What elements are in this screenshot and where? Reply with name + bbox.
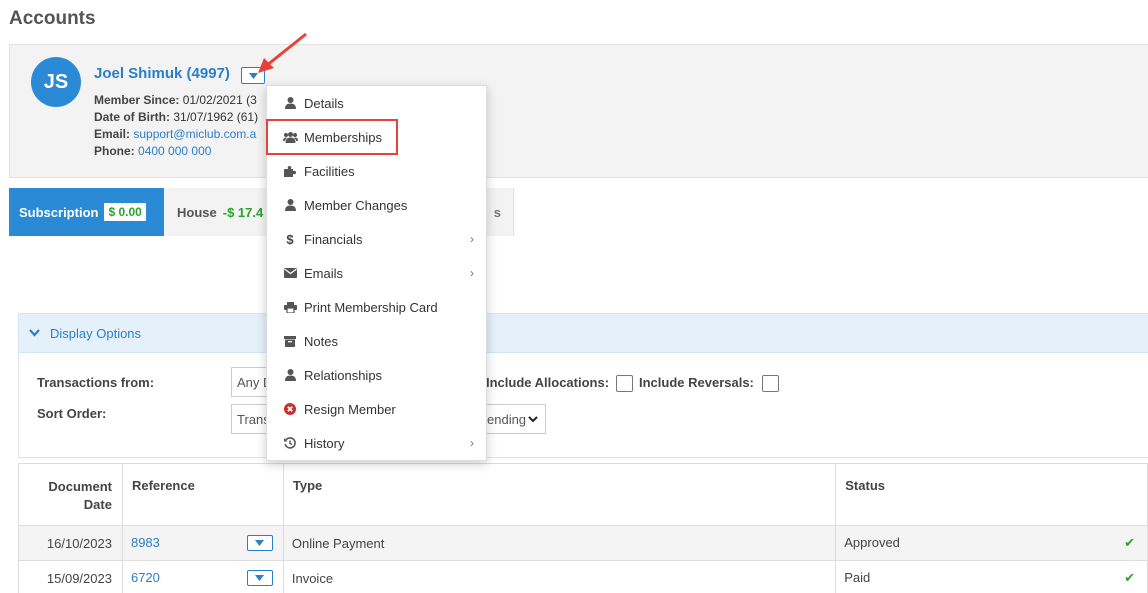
- row-reference-cell: 6720: [121, 560, 284, 593]
- include-allocations-checkbox[interactable]: [616, 375, 633, 392]
- transactions-from-select[interactable]: Any D: [231, 367, 271, 397]
- caret-down-icon: [255, 575, 265, 581]
- row-date: 16/10/2023: [18, 525, 123, 561]
- row-reference-link[interactable]: 6720: [131, 570, 160, 585]
- row-status: Approved: [844, 535, 900, 550]
- row-status-cell: Paid ✔: [835, 560, 1148, 593]
- sort-order-label: Sort Order:: [37, 406, 107, 421]
- dob-label: Date of Birth:: [94, 110, 170, 124]
- annotation-arrow-icon: [258, 32, 307, 73]
- menu-item-facilities[interactable]: Facilities: [267, 154, 486, 188]
- chevron-right-icon: ›: [470, 266, 474, 280]
- times-circle-icon: [282, 403, 298, 415]
- menu-item-label: Notes: [304, 333, 338, 349]
- tab-house-label: House: [177, 204, 217, 220]
- display-options-toggle[interactable]: Display Options: [18, 313, 1148, 353]
- history-icon: [282, 437, 298, 449]
- menu-item-print-card[interactable]: Print Membership Card: [267, 290, 486, 324]
- include-reversals-checkbox[interactable]: [762, 375, 779, 392]
- user-icon: [282, 97, 298, 109]
- transactions-table: Document Date Reference Type Status 16/1…: [18, 463, 1148, 593]
- menu-item-resign-member[interactable]: Resign Member: [267, 392, 486, 426]
- tab-subscription-amount: $ 0.00: [104, 203, 146, 221]
- row-reference-link[interactable]: 8983: [131, 535, 160, 550]
- chevron-right-icon: ›: [470, 436, 474, 450]
- puzzle-icon: [282, 165, 298, 177]
- row-status-cell: Approved ✔: [835, 525, 1148, 561]
- menu-item-label: History: [304, 435, 345, 451]
- display-options-label: Display Options: [50, 325, 142, 341]
- check-icon: ✔: [1124, 570, 1135, 585]
- tab-subscription[interactable]: Subscription $ 0.00: [9, 188, 164, 236]
- transactions-from-label: Transactions from:: [37, 375, 155, 390]
- chevron-down-icon: [29, 329, 40, 337]
- menu-item-label: Print Membership Card: [304, 299, 438, 315]
- menu-item-label: Member Changes: [304, 197, 408, 213]
- include-reversals-label: Include Reversals:: [639, 375, 754, 390]
- phone-label: Phone:: [94, 144, 135, 158]
- menu-item-member-changes[interactable]: Member Changes: [267, 188, 486, 222]
- header-reference[interactable]: Reference: [121, 463, 284, 526]
- row-date: 15/09/2023: [18, 560, 123, 593]
- caret-down-icon: [255, 540, 265, 546]
- archive-icon: [282, 335, 298, 347]
- header-status[interactable]: Status: [835, 463, 1148, 526]
- sort-order-select[interactable]: Trans: [231, 404, 271, 434]
- sort-direction-value: ending: [487, 411, 527, 427]
- user-icon: [282, 369, 298, 381]
- menu-item-financials[interactable]: $ Financials ›: [267, 222, 486, 256]
- email-link[interactable]: support@miclub.com.a: [133, 127, 256, 141]
- display-options-panel: Transactions from: Any D Sort Order: Tra…: [18, 353, 1148, 458]
- include-allocations-label: Include Allocations:: [486, 375, 610, 390]
- table-row[interactable]: 15/09/2023 6720 Invoice Paid ✔: [18, 560, 1148, 593]
- email-label: Email:: [94, 127, 131, 141]
- member-name-link[interactable]: Joel Shimuk (4997): [94, 65, 230, 82]
- row-type: Invoice: [282, 560, 837, 593]
- chevron-down-icon: [528, 415, 538, 422]
- member-panel: JS Joel Shimuk (4997) Member Since: 01/0…: [9, 44, 1148, 178]
- menu-item-label: Financials: [304, 231, 363, 247]
- menu-item-label: Resign Member: [304, 401, 396, 417]
- member-since-value: 01/02/2021 (3: [182, 93, 257, 107]
- table-row[interactable]: 16/10/2023 8983 Online Payment Approved …: [18, 525, 1148, 561]
- check-icon: ✔: [1124, 535, 1135, 550]
- tab-subscription-label: Subscription: [19, 204, 99, 220]
- header-type[interactable]: Type: [282, 463, 837, 526]
- envelope-icon: [282, 268, 298, 278]
- member-info: Member Since: 01/02/2021 (3 Date of Birt…: [94, 92, 258, 160]
- member-since-label: Member Since:: [94, 93, 180, 107]
- menu-item-relationships[interactable]: Relationships: [267, 358, 486, 392]
- dob-value: 31/07/1962 (61): [173, 110, 259, 124]
- row-actions-button[interactable]: [246, 570, 273, 586]
- sort-direction-select[interactable]: ending: [479, 404, 546, 434]
- header-document-date-line1: Document: [48, 479, 112, 494]
- dollar-icon: $: [286, 231, 294, 247]
- menu-item-label: Facilities: [304, 163, 355, 179]
- menu-item-emails[interactable]: Emails ›: [267, 256, 486, 290]
- menu-item-history[interactable]: History ›: [267, 426, 486, 460]
- menu-item-label: Emails: [304, 265, 344, 281]
- menu-item-label: Relationships: [304, 367, 383, 383]
- page-title: Accounts: [9, 8, 96, 29]
- annotation-highlight-box: [266, 119, 398, 155]
- chevron-right-icon: ›: [470, 232, 474, 246]
- row-status: Paid: [844, 570, 871, 585]
- row-type: Online Payment: [282, 525, 837, 561]
- account-tabs: Subscription $ 0.00 House -$ 17.4 s: [9, 188, 1148, 236]
- tab-house-partial-label: s: [493, 204, 501, 220]
- header-document-date-line2: Date: [83, 497, 112, 512]
- menu-item-details[interactable]: Details: [267, 86, 486, 120]
- user-icon: [282, 199, 298, 211]
- menu-item-label: Details: [304, 95, 344, 111]
- row-actions-button[interactable]: [246, 535, 273, 551]
- row-reference-cell: 8983: [121, 525, 284, 561]
- print-icon: [282, 301, 298, 313]
- menu-item-notes[interactable]: Notes: [267, 324, 486, 358]
- phone-link[interactable]: 0400 000 000: [138, 144, 211, 158]
- header-document-date[interactable]: Document Date: [18, 463, 123, 526]
- tab-house-amount: -$ 17.4: [222, 204, 264, 220]
- avatar: JS: [31, 57, 81, 107]
